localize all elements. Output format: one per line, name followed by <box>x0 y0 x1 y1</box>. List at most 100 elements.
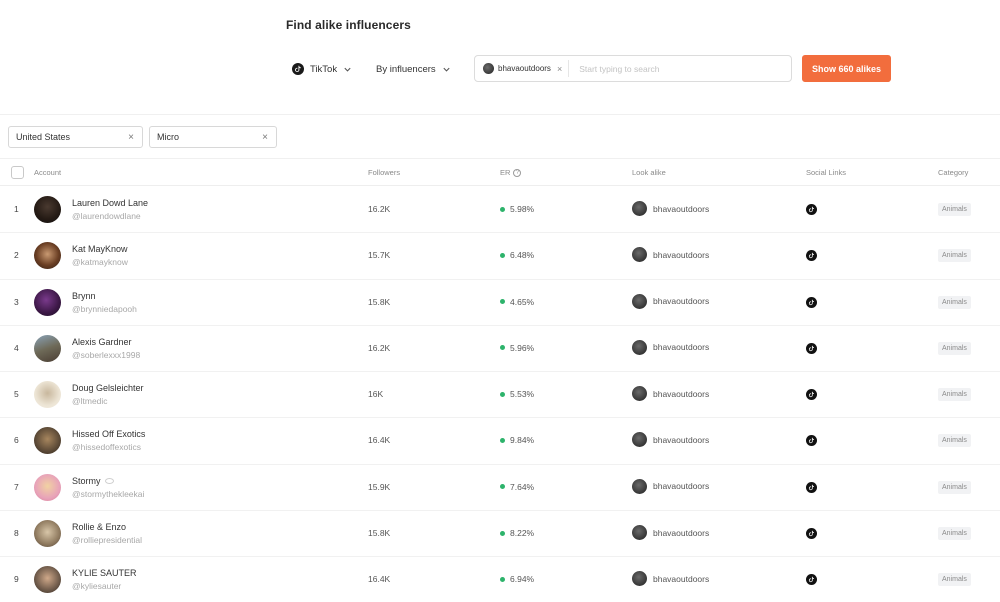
status-dot <box>500 206 505 212</box>
avatar[interactable] <box>34 288 61 316</box>
close-icon[interactable]: × <box>128 132 134 143</box>
category-badge: Animals <box>938 203 971 216</box>
table-row[interactable]: 1 Lauren Dowd Lane @laurendowdlane 16.2K… <box>0 187 1000 234</box>
avatar[interactable] <box>34 196 61 223</box>
category-badge: Animals <box>938 341 971 355</box>
mode-dropdown[interactable]: By influencers <box>376 57 451 81</box>
avatar[interactable] <box>34 520 61 548</box>
filter-chip-size[interactable]: Micro × <box>149 126 277 148</box>
row-rank: 7 <box>14 481 19 492</box>
tiktok-icon[interactable] <box>806 389 817 401</box>
platform-dropdown[interactable]: TikTok <box>292 57 352 81</box>
avatar[interactable] <box>34 381 61 409</box>
influencer-name[interactable]: Hissed Off Exotics <box>72 429 145 439</box>
row-rank: 6 <box>14 435 19 446</box>
mode-label: By influencers <box>376 63 436 75</box>
chip-label: bhavaoutdoors <box>498 64 551 73</box>
avatar <box>632 293 647 309</box>
lookalike-source: bhavaoutdoors <box>632 478 709 494</box>
column-header-er[interactable]: ER ? <box>500 168 522 177</box>
question-circle-icon[interactable]: ? <box>513 168 522 177</box>
select-all-checkbox[interactable] <box>11 166 24 179</box>
engagement-rate: 6.48% <box>500 250 534 260</box>
followers-count: 16.4K <box>368 574 391 585</box>
row-rank: 1 <box>14 204 19 214</box>
tiktok-icon[interactable] <box>806 528 817 540</box>
avatar[interactable] <box>34 566 61 594</box>
engagement-rate: 5.96% <box>500 343 534 353</box>
lookalike-source: bhavaoutdoors <box>632 432 709 448</box>
category-badge: Animals <box>938 480 971 494</box>
followers-count: 16K <box>368 389 384 400</box>
column-header-category[interactable]: Category <box>938 168 968 177</box>
column-header-account[interactable]: Account <box>34 168 61 177</box>
influencer-name[interactable]: Brynn <box>72 291 96 301</box>
avatar[interactable] <box>34 334 61 362</box>
status-dot <box>500 391 505 397</box>
row-rank: 5 <box>14 389 19 400</box>
column-header-followers[interactable]: Followers <box>368 168 400 177</box>
influencer-handle: @ltmedic <box>72 396 108 407</box>
filter-chip-country[interactable]: United States × <box>8 126 143 148</box>
tiktok-icon[interactable] <box>806 574 817 586</box>
table-header: Account Followers ER ? Look alike Social… <box>0 158 1000 186</box>
row-rank: 9 <box>14 574 19 585</box>
close-icon[interactable]: × <box>262 132 268 143</box>
table-row[interactable]: 7 Stormy @stormythekleekai 15.9K 7.64% b… <box>0 465 1000 512</box>
close-icon[interactable]: × <box>557 64 562 74</box>
followers-count: 15.7K <box>368 250 391 261</box>
selected-influencer-chip: bhavaoutdoors × <box>483 60 570 77</box>
avatar[interactable] <box>34 242 61 270</box>
table-row[interactable]: 8 Rollie & Enzo @rolliepresidential 15.8… <box>0 511 1000 558</box>
influencer-name[interactable]: Kat MayKnow <box>72 244 128 254</box>
influencer-name[interactable]: Rollie & Enzo <box>72 522 126 532</box>
influencer-name[interactable]: Doug Gelsleichter <box>72 383 144 393</box>
influencer-handle: @katmayknow <box>72 257 128 268</box>
influencer-search-box[interactable]: bhavaoutdoors × <box>474 55 792 82</box>
table-row[interactable]: 4 Alexis Gardner @soberlexxx1998 16.2K 5… <box>0 326 1000 373</box>
influencer-name[interactable]: Lauren Dowd Lane <box>72 198 148 208</box>
category-badge: Animals <box>938 388 971 402</box>
category-badge: Animals <box>938 295 971 309</box>
tiktok-icon[interactable] <box>806 204 817 215</box>
influencer-handle: @laurendowdlane <box>72 211 141 221</box>
avatar[interactable] <box>34 427 61 455</box>
status-dot <box>500 252 505 258</box>
table-row[interactable]: 2 Kat MayKnow @katmayknow 15.7K 6.48% bh… <box>0 233 1000 280</box>
tiktok-icon[interactable] <box>806 250 817 262</box>
avatar <box>483 63 494 74</box>
platform-label: TikTok <box>310 63 338 75</box>
tiktok-icon[interactable] <box>806 296 817 308</box>
table-row[interactable]: 5 Doug Gelsleichter @ltmedic 16K 5.53% b… <box>0 372 1000 419</box>
lookalike-source: bhavaoutdoors <box>632 571 709 587</box>
row-rank: 2 <box>14 250 19 261</box>
avatar <box>632 339 647 355</box>
influencer-table-body: 1 Lauren Dowd Lane @laurendowdlane 16.2K… <box>0 187 1000 602</box>
tiktok-icon[interactable] <box>806 435 817 447</box>
avatar[interactable] <box>34 473 61 501</box>
column-header-lookalike[interactable]: Look alike <box>632 168 666 177</box>
influencer-name[interactable]: Stormy <box>72 476 114 486</box>
table-row[interactable]: 6 Hissed Off Exotics @hissedoffexotics 1… <box>0 418 1000 465</box>
influencer-name[interactable]: Alexis Gardner <box>72 337 132 347</box>
row-rank: 3 <box>14 296 19 307</box>
lookalike-source: bhavaoutdoors <box>632 386 709 402</box>
status-dot <box>500 484 505 490</box>
influencer-name[interactable]: KYLIE SAUTER <box>72 568 137 578</box>
table-row[interactable]: 9 KYLIE SAUTER @kyliesauter 16.4K 6.94% … <box>0 557 1000 602</box>
filter-label: United States <box>16 132 71 142</box>
row-rank: 4 <box>14 342 19 353</box>
show-alikes-button[interactable]: Show 660 alikes <box>802 55 891 82</box>
tiktok-icon[interactable] <box>806 481 817 493</box>
influencer-handle: @rolliepresidential <box>72 535 143 546</box>
column-header-social-links: Social Links <box>806 168 847 177</box>
table-row[interactable]: 3 Brynn @brynniedapooh 15.8K 4.65% bhava… <box>0 280 1000 326</box>
verified-badge-icon <box>104 477 114 484</box>
tiktok-icon <box>292 63 304 75</box>
search-input[interactable] <box>579 63 780 74</box>
influencer-handle: @stormythekleekai <box>72 488 145 499</box>
status-dot <box>500 345 505 351</box>
tiktok-icon[interactable] <box>806 342 817 354</box>
search-toolbar: TikTok By influencers bhavaoutdoors × Sh… <box>0 55 1000 83</box>
lookalike-source: bhavaoutdoors <box>632 525 709 541</box>
